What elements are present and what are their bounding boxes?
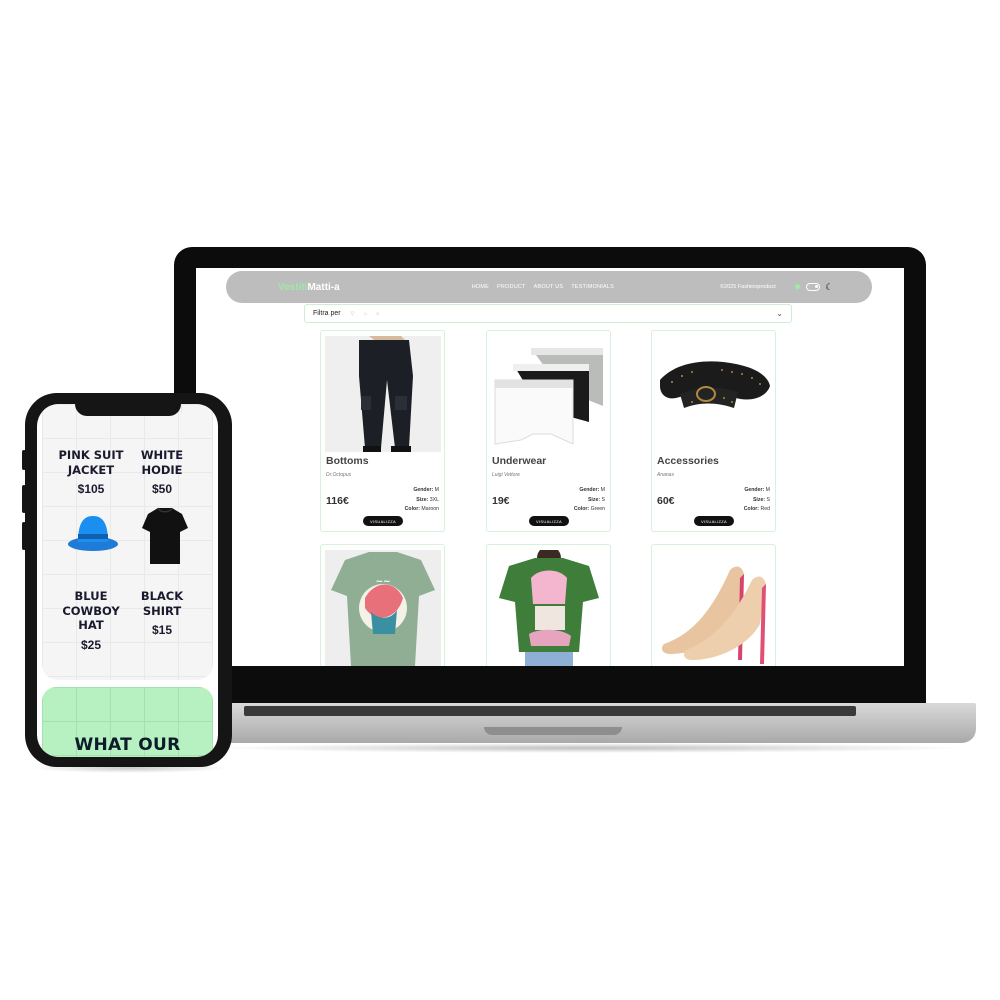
- gender-value: M: [600, 487, 605, 493]
- phone-product-name[interactable]: WHITE HODIE: [126, 448, 198, 477]
- hero-heading: WHAT OUR: [74, 735, 181, 755]
- phone-product-price: $15: [151, 623, 173, 637]
- product-card-tshirt-green[interactable]: ~~: [320, 544, 445, 666]
- product-specs: Gender: M Size: S Color: Green: [574, 486, 605, 515]
- heels-image: [656, 550, 772, 666]
- filter-dropdown[interactable]: Filtra per ▽ ⌂ ⌕ ⌄: [304, 304, 792, 323]
- black-shirt-image[interactable]: [142, 506, 188, 566]
- gender-value: M: [765, 487, 770, 493]
- size-label: Size:: [587, 496, 601, 503]
- phone-volume-button: [22, 450, 26, 470]
- theme-toggle[interactable]: [806, 283, 821, 291]
- filter-label: Filtra per: [313, 310, 341, 317]
- product-card-accessories[interactable]: Accessories Ananas 60€ Gender: M Size: S…: [651, 330, 776, 532]
- nav-product-link[interactable]: PRODUCT: [497, 284, 526, 290]
- laptop-keyboard: [244, 706, 856, 716]
- device-mockup-stage: VestitiMatti-a HOME PRODUCT ABOUT US TES…: [0, 0, 1000, 1000]
- product-price: 116€: [326, 495, 349, 507]
- gender-label: Gender:: [744, 487, 765, 493]
- gender-label: Gender:: [413, 487, 434, 493]
- blue-cowboy-hat-image[interactable]: [66, 512, 120, 552]
- phone-notch: [75, 399, 181, 416]
- view-product-button[interactable]: VISUALIZZA: [363, 516, 403, 526]
- brand-part1: Vestiti: [278, 281, 308, 293]
- size-label: Size:: [752, 496, 766, 503]
- nav-links: HOME PRODUCT ABOUT US TESTIMONIALS: [472, 284, 614, 290]
- view-product-button[interactable]: VISUALIZZA: [529, 516, 569, 526]
- phone-product-price: $50: [151, 482, 173, 496]
- product-image-bottoms: [325, 336, 441, 452]
- product-image-heels: [656, 550, 772, 666]
- product-card-tshirt-print[interactable]: [486, 544, 611, 666]
- size-value: 3XL: [429, 496, 439, 503]
- product-image-tshirt-green: ~~: [325, 550, 441, 666]
- navbar: VestitiMatti-a HOME PRODUCT ABOUT US TES…: [226, 271, 872, 303]
- cargo-pants-image: [325, 336, 441, 452]
- phone-volume-button: [22, 485, 26, 513]
- product-brand: Luigi Vettore: [492, 472, 520, 478]
- view-product-button[interactable]: VISUALIZZA: [694, 516, 734, 526]
- laptop-shadow: [210, 743, 970, 753]
- brand-part2: Matti-a: [307, 281, 340, 293]
- laptop-screen: VestitiMatti-a HOME PRODUCT ABOUT US TES…: [196, 268, 904, 666]
- copyright-text: ©2025 Fashionproduct: [720, 284, 776, 290]
- nav-testimonials-link[interactable]: TESTIMONIALS: [571, 284, 614, 290]
- nav-home-link[interactable]: HOME: [472, 284, 489, 290]
- gender-label: Gender:: [579, 487, 600, 493]
- phone-product-grid: PINK SUIT JACKET $105 WHITE HODIE $50 BL…: [42, 404, 213, 680]
- phone-product-name[interactable]: BLACK SHIRT: [126, 589, 198, 618]
- product-specs: Gender: M Size: S Color: Red: [744, 486, 770, 515]
- product-image-underwear: [491, 336, 607, 452]
- color-label: Color:: [404, 506, 420, 512]
- brand-logo[interactable]: VestitiMatti-a: [278, 282, 340, 293]
- size-label: Size:: [416, 496, 429, 503]
- color-value: Green: [590, 506, 605, 512]
- phone-power-button: [22, 522, 26, 550]
- phone-product-price: $25: [80, 638, 102, 652]
- product-specs: Gender: M Size: 3XL Color: Maroon: [405, 486, 439, 515]
- product-price: 19€: [492, 495, 510, 507]
- product-card-underwear[interactable]: Underwear Luigi Vettore 19€ Gender: M Si…: [486, 330, 611, 532]
- underwear-image: [491, 336, 607, 452]
- filter-option-icons: ▽ ⌂ ⌕: [350, 310, 384, 317]
- product-image-tshirt-print: [491, 550, 607, 666]
- phone-product-price: $105: [77, 482, 105, 496]
- laptop-trackpad-notch: [484, 727, 622, 735]
- belt-image: [656, 336, 772, 452]
- product-title: Accessories: [657, 455, 719, 467]
- product-title: Underwear: [492, 455, 547, 467]
- chevron-down-icon[interactable]: ⌄: [776, 309, 783, 318]
- product-card-heels[interactable]: [651, 544, 776, 666]
- testimonials-hero: WHAT OUR: [42, 687, 213, 757]
- color-label: Color:: [573, 506, 590, 512]
- product-title: Bottoms: [326, 455, 369, 467]
- size-value: S: [766, 496, 770, 503]
- color-value: Maroon: [421, 506, 439, 512]
- product-brand: Dr.Octopus: [326, 472, 352, 478]
- phone-product-name[interactable]: PINK SUIT JACKET: [55, 448, 127, 477]
- phone-product-name[interactable]: BLUE COWBOY HAT: [55, 589, 127, 633]
- size-value: S: [601, 496, 605, 503]
- gender-value: M: [434, 487, 439, 493]
- color-value: Red: [760, 506, 770, 512]
- phone-shadow: [30, 763, 230, 773]
- product-image-accessories: [656, 336, 772, 452]
- svg-text:~~: ~~: [375, 577, 390, 587]
- product-price: 60€: [657, 495, 675, 507]
- moon-icon[interactable]: ☾: [825, 282, 833, 292]
- product-card-bottoms[interactable]: Bottoms Dr.Octopus 116€ Gender: M Size: …: [320, 330, 445, 532]
- phone-screen: PINK SUIT JACKET $105 WHITE HODIE $50 BL…: [37, 404, 218, 757]
- color-label: Color:: [743, 506, 760, 512]
- nav-about-link[interactable]: ABOUT US: [534, 284, 564, 290]
- theme-controls: ✹ ☾: [794, 282, 833, 292]
- product-brand: Ananas: [657, 472, 674, 478]
- printed-tee-image: [491, 550, 607, 666]
- sun-icon[interactable]: ✹: [794, 282, 802, 292]
- graphic-tee-image: ~~: [325, 550, 441, 666]
